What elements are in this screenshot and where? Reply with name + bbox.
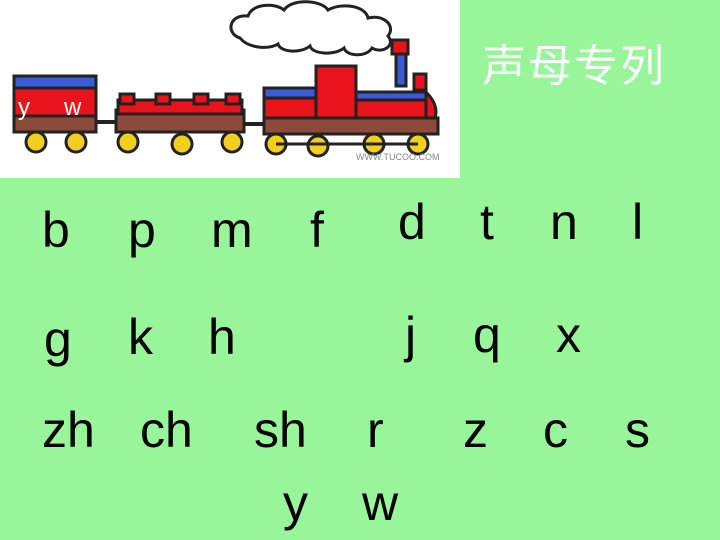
initial-m: m [211,202,253,258]
initial-l: l [632,194,644,250]
initial-s: s [625,402,650,458]
initial-d: d [398,194,426,250]
initial-b: b [42,202,70,258]
car-letter-y: y [18,94,30,121]
initial-sh: sh [254,402,307,458]
watermark-text: WWW.TUCOO.COM [356,152,439,162]
car-letter-w: w [64,94,82,121]
train-illustration: WWW.TUCOO.COM y w [0,0,460,178]
initial-k: k [128,309,153,365]
initial-c: c [543,402,568,458]
initial-n: n [550,194,578,250]
initial-h: h [208,309,236,365]
initial-t: t [480,194,494,250]
initial-f: f [310,202,324,258]
train-image: WWW.TUCOO.COM [12,0,440,162]
initial-ch: ch [140,402,193,458]
initial-zh: zh [42,402,95,458]
initial-z: z [463,402,488,458]
initial-q: q [473,307,501,363]
initial-p: p [128,202,156,258]
slide: WWW.TUCOO.COM y w 声母专列 b p m f d t n l g… [0,0,720,540]
initial-y: y [283,475,308,531]
page-title: 声母专列 [482,41,666,92]
initial-w: w [362,475,399,531]
initial-g: g [44,311,72,367]
initial-x: x [556,307,581,363]
initial-r: r [367,402,384,458]
initial-j: j [405,307,417,363]
